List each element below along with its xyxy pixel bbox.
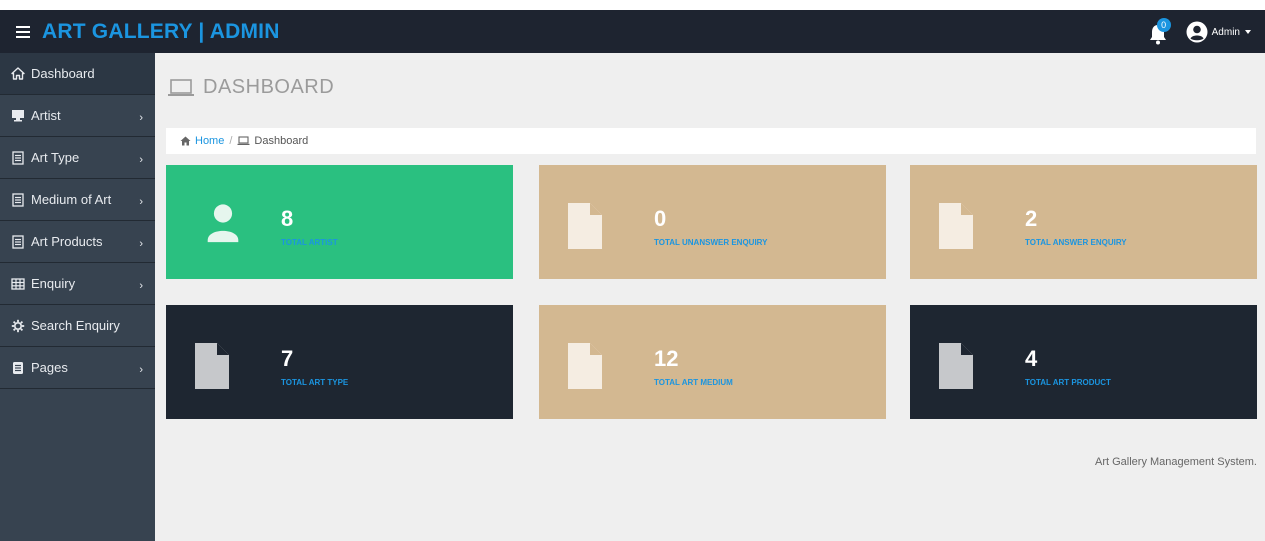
chevron-right-icon: › xyxy=(139,196,143,208)
menu-toggle-icon[interactable] xyxy=(16,26,30,38)
stat-label[interactable]: TOTAL ANSWER ENQUIRY xyxy=(1025,238,1127,247)
list-document-icon xyxy=(11,192,25,207)
page-title: DASHBOARD xyxy=(167,76,334,99)
stat-card-art-medium[interactable]: 12 TOTAL ART MEDIUM xyxy=(539,305,886,419)
stat-value: 7 xyxy=(281,346,294,371)
sidebar-item-search-enquiry[interactable]: Search Enquiry xyxy=(0,305,155,347)
file-icon xyxy=(195,343,229,389)
user-icon xyxy=(207,204,239,243)
file-text-icon xyxy=(11,361,25,375)
sidebar-item-artist[interactable]: Artist › xyxy=(0,95,155,137)
breadcrumb-current-label: Dashboard xyxy=(254,135,309,147)
chevron-right-icon: › xyxy=(139,238,143,250)
chevron-right-icon: › xyxy=(139,364,143,376)
stat-label[interactable]: TOTAL ART TYPE xyxy=(281,378,348,387)
laptop-icon xyxy=(168,78,194,96)
breadcrumb-current: Dashboard xyxy=(237,135,308,147)
user-menu[interactable]: Admin xyxy=(1186,21,1251,43)
file-icon xyxy=(939,203,973,249)
user-name: Admin xyxy=(1211,26,1240,38)
main-content: DASHBOARD Home / Dashboard 8 TOTAL ARTIS… xyxy=(155,53,1265,541)
sidebar-item-label: Artist xyxy=(31,108,61,123)
home-icon xyxy=(180,136,191,146)
top-navbar: ART GALLERY | ADMIN 0 Admin xyxy=(0,10,1265,53)
stat-value: 8 xyxy=(281,206,294,231)
stat-card-art-type[interactable]: 7 TOTAL ART TYPE xyxy=(166,305,513,419)
desktop-icon xyxy=(11,109,25,123)
chevron-down-icon xyxy=(1245,30,1251,34)
stat-label[interactable]: TOTAL UNANSWER ENQUIRY xyxy=(654,238,767,247)
chevron-right-icon: › xyxy=(139,154,143,166)
top-right-controls: 0 Admin xyxy=(1148,16,1251,48)
user-avatar-icon xyxy=(1186,21,1208,43)
notification-button[interactable]: 0 xyxy=(1148,18,1171,45)
stat-card-answer-enquiry[interactable]: 2 TOTAL ANSWER ENQUIRY xyxy=(910,165,1257,279)
file-icon xyxy=(568,203,602,249)
sidebar-item-label: Medium of Art xyxy=(31,192,112,207)
page-title-text: DASHBOARD xyxy=(203,76,335,98)
sidebar-item-label: Pages xyxy=(31,360,68,375)
stat-card-art-product[interactable]: 4 TOTAL ART PRODUCT xyxy=(910,305,1257,419)
cogs-icon xyxy=(11,319,25,333)
brand-title[interactable]: ART GALLERY | ADMIN xyxy=(42,20,280,44)
table-icon xyxy=(11,277,25,291)
brand: ART GALLERY | ADMIN xyxy=(16,19,280,45)
sidebar-item-label: Search Enquiry xyxy=(31,318,120,333)
sidebar: Dashboard Artist › Art Type › Medium of … xyxy=(0,53,155,541)
home-icon xyxy=(11,67,25,81)
stat-value: 4 xyxy=(1025,346,1038,371)
sidebar-item-label: Dashboard xyxy=(31,66,95,81)
sidebar-item-label: Enquiry xyxy=(31,276,76,291)
sidebar-item-label: Art Products xyxy=(31,234,103,249)
breadcrumb-home-link[interactable]: Home xyxy=(195,135,224,147)
stat-label[interactable]: TOTAL ARTIST xyxy=(281,238,338,247)
breadcrumb-separator: / xyxy=(229,135,233,147)
sidebar-item-enquiry[interactable]: Enquiry › xyxy=(0,263,155,305)
list-document-icon xyxy=(11,234,25,249)
sidebar-item-medium-of-art[interactable]: Medium of Art › xyxy=(0,179,155,221)
sidebar-item-dashboard[interactable]: Dashboard xyxy=(0,53,155,95)
sidebar-item-art-type[interactable]: Art Type › xyxy=(0,137,155,179)
file-icon xyxy=(939,343,973,389)
sidebar-item-art-products[interactable]: Art Products › xyxy=(0,221,155,263)
stat-label[interactable]: TOTAL ART MEDIUM xyxy=(654,378,733,387)
chevron-right-icon: › xyxy=(139,280,143,292)
stat-card-total-artist[interactable]: 8 TOTAL ARTIST xyxy=(166,165,513,279)
sidebar-item-label: Art Type xyxy=(31,150,80,165)
list-document-icon xyxy=(11,150,25,165)
laptop-icon xyxy=(237,136,250,145)
stat-label[interactable]: TOTAL ART PRODUCT xyxy=(1025,378,1111,387)
chevron-right-icon: › xyxy=(139,112,143,124)
stat-value: 12 xyxy=(654,346,679,371)
notification-badge: 0 xyxy=(1156,18,1171,32)
file-icon xyxy=(568,343,602,389)
sidebar-item-pages[interactable]: Pages › xyxy=(0,347,155,389)
footer-text: Art Gallery Management System. xyxy=(1094,456,1257,468)
stat-value: 0 xyxy=(654,206,667,231)
app-frame: ART GALLERY | ADMIN 0 Admin Dashboard Ar… xyxy=(0,10,1265,541)
stat-card-unanswer-enquiry[interactable]: 0 TOTAL UNANSWER ENQUIRY xyxy=(539,165,886,279)
stat-value: 2 xyxy=(1025,206,1038,231)
breadcrumb: Home / Dashboard xyxy=(166,128,1256,154)
